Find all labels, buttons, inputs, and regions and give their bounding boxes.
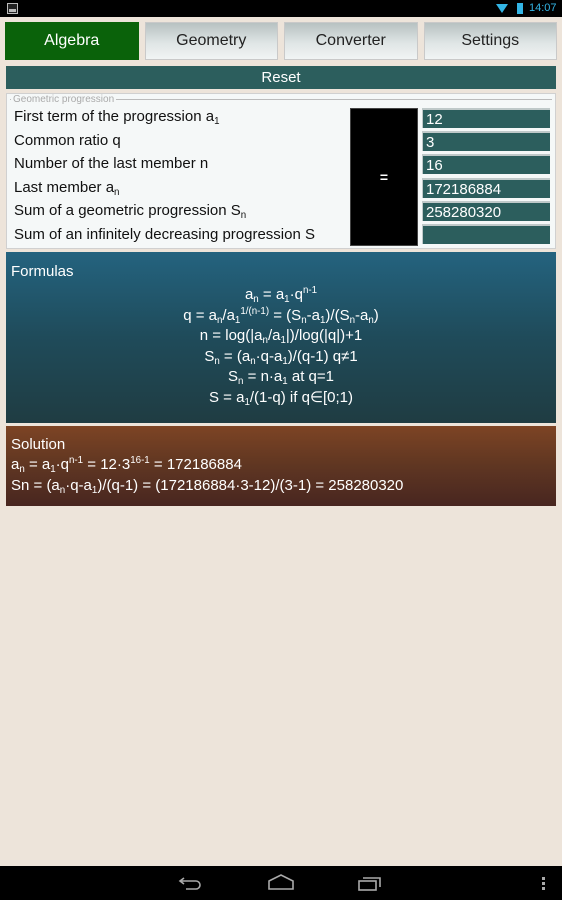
first-term-input[interactable]: 12 [422, 108, 550, 128]
home-icon[interactable] [268, 874, 294, 890]
formula-line: S = a1/(1-q) if q∈[0;1) [209, 388, 353, 408]
formulas-panel: Formulas an = a1·qn-1 q = an/a11/(n-1) =… [6, 252, 556, 423]
sum-input[interactable]: 258280320 [422, 200, 550, 221]
label-common-ratio: Common ratio q [14, 131, 315, 155]
back-icon[interactable] [178, 876, 202, 890]
label-text: Number of the last member n [14, 155, 209, 172]
formula-line: an = a1·qn-1 [244, 285, 318, 305]
label-last-member-number: Number of the last member n [14, 154, 315, 178]
label-text: Last member a [14, 178, 115, 196]
label-sum: Sum of a geometric progression Sn [14, 201, 315, 225]
label-text: Sum of an infinitely decreasing progress… [14, 225, 315, 243]
last-member-number-input[interactable]: 16 [422, 154, 550, 175]
panel-legend: Geometric progression [11, 94, 117, 105]
formulas-title: Formulas [11, 263, 74, 280]
clock: 14:07 [529, 2, 557, 14]
solution-line-sn: Sn = (an·q-a1)/(q-1) = (172186884·3-12)/… [11, 477, 404, 496]
label-first-term: First term of the progression a1 [14, 107, 315, 131]
geometric-progression-panel: Geometric progression First term of the … [6, 93, 556, 249]
menu-icon[interactable] [542, 877, 546, 891]
solution-title: Solution [11, 436, 66, 453]
image-notification-icon [7, 3, 18, 14]
formula-line: Sn = (an·q-a1)/(q-1) q≠1 [204, 347, 358, 367]
common-ratio-input[interactable]: 3 [422, 131, 550, 152]
recent-apps-icon[interactable] [358, 875, 382, 891]
field-labels: First term of the progression a1 Common … [14, 107, 315, 248]
label-text: First term of the progression a [14, 108, 215, 125]
field-inputs: 12 3 16 172186884 258280320 [422, 108, 550, 247]
reset-button[interactable]: Reset [6, 66, 556, 89]
formula-line: Sn = n·a1 at q=1 [228, 368, 334, 387]
tab-bar: Algebra Geometry Converter Settings [5, 22, 557, 60]
formula-lines: an = a1·qn-1 q = an/a11/(n-1) = (Sn-a1)/… [6, 285, 556, 408]
solution-line-an: an = a1·qn-1 = 12·316-1 = 172186884 [11, 455, 242, 475]
label-last-member: Last member an [14, 178, 315, 202]
status-bar: 14:07 [0, 0, 562, 17]
label-subscript: 1 [214, 115, 220, 127]
tab-converter[interactable]: Converter [284, 22, 418, 60]
label-subscript: n [240, 209, 247, 221]
tab-algebra[interactable]: Algebra [5, 22, 139, 60]
formula-line: n = log(|an/a1|)/log(|q|)+1 [199, 327, 363, 346]
wifi-icon [496, 4, 508, 13]
tab-geometry[interactable]: Geometry [144, 22, 278, 60]
formula-line: q = an/a11/(n-1) = (Sn-a1)/(Sn-an) [183, 305, 379, 326]
label-text: Sum of a geometric progression S [14, 202, 241, 219]
calculate-button[interactable]: = [350, 108, 418, 246]
navigation-bar [0, 866, 562, 900]
battery-icon [517, 3, 523, 14]
infinite-sum-input[interactable] [422, 223, 550, 244]
label-infinite-sum: Sum of an infinitely decreasing progress… [14, 225, 315, 249]
label-subscript: n [114, 186, 120, 198]
label-text: Common ratio q [14, 131, 121, 149]
solution-panel: Solution an = a1·qn-1 = 12·316-1 = 17218… [6, 426, 556, 506]
tab-settings[interactable]: Settings [423, 22, 557, 60]
last-member-input[interactable]: 172186884 [422, 177, 550, 198]
